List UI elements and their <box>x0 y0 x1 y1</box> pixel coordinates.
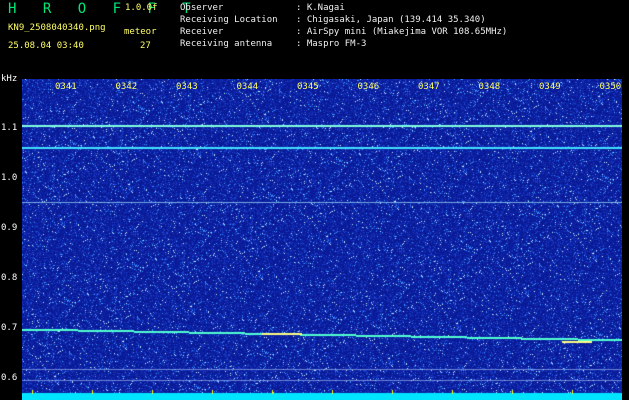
meteor-count: 27 <box>140 41 151 51</box>
y-axis-unit: kHz <box>1 74 18 84</box>
x-tick-label: 0342 <box>115 82 138 92</box>
y-tick-label: 0.7 <box>1 323 18 333</box>
x-tick-label: 0345 <box>297 82 319 92</box>
version-label: 1.0.0f <box>125 3 158 13</box>
x-tick-label: 0347 <box>418 82 440 92</box>
x-tick-label: 0344 <box>236 82 259 92</box>
spectrogram <box>22 79 622 400</box>
app-title: H R O F F T <box>8 1 200 17</box>
x-tick-label: 0348 <box>478 82 501 92</box>
x-tick-label: 0346 <box>357 82 380 92</box>
location-label: Receiving Location <box>180 15 278 25</box>
y-tick-label: 0.6 <box>1 373 18 383</box>
y-tick-label: 0.8 <box>1 273 18 283</box>
datetime-label: 25.08.04 03:40 <box>8 41 84 51</box>
receiver-label: Receiver <box>180 27 224 37</box>
receiver-value: : AirSpy mini (Miakejima VOR 108.65MHz) <box>296 27 508 37</box>
antenna-value: : Maspro FM-3 <box>296 39 367 49</box>
x-tick-label: 0350 <box>599 82 622 92</box>
antenna-label: Receiving antenna <box>180 39 273 49</box>
y-tick-label: 1.0 <box>1 173 18 183</box>
x-tick-label: 0341 <box>55 82 77 92</box>
filename-label: KN9_2508040340.png <box>8 23 106 33</box>
x-tick-label: 0349 <box>539 82 561 92</box>
y-tick-label: 1.1 <box>1 123 18 133</box>
observer-label: Observer <box>180 3 224 13</box>
y-tick-label: 0.9 <box>1 223 18 233</box>
observer-value: : K.Nagai <box>296 3 345 13</box>
meteor-label: meteor <box>124 27 157 37</box>
location-value: : Chigasaki, Japan (139.414 35.340) <box>296 15 486 25</box>
x-tick-label: 0343 <box>176 82 198 92</box>
